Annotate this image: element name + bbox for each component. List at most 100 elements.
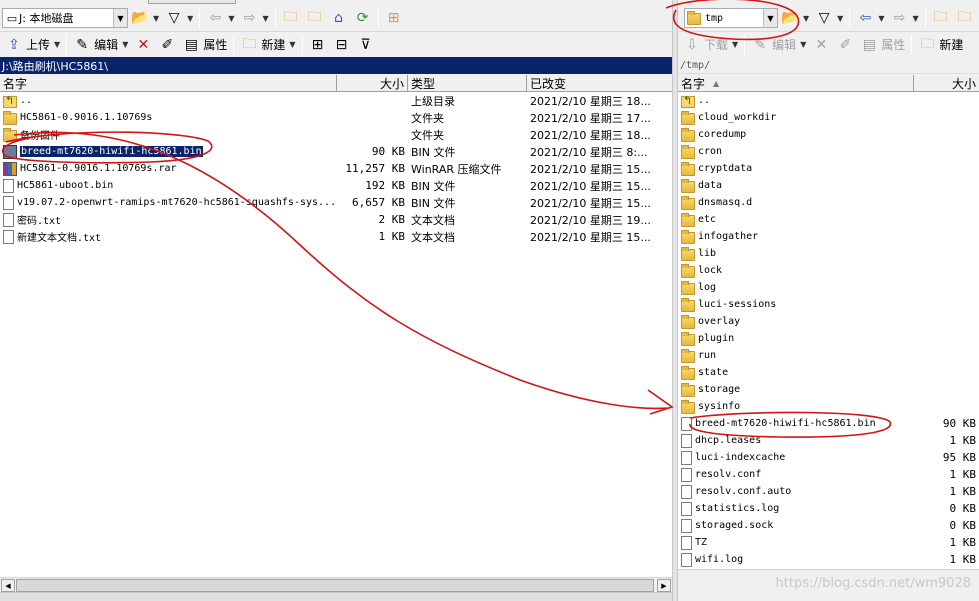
file-size	[914, 109, 979, 126]
local-drive-select[interactable]: ▭ J: 本地磁盘 ▼	[2, 8, 128, 28]
file-row[interactable]: sysinfo	[678, 398, 979, 415]
root-dir-button[interactable]: 🗀	[303, 7, 327, 29]
delete-button[interactable]: ✕	[131, 34, 155, 56]
file-row[interactable]: TZ 1 KB	[678, 534, 979, 551]
file-size: 95 KB	[942, 451, 976, 464]
new-button[interactable]: 🗀 新建	[915, 34, 966, 56]
open-folder-button[interactable]: 📂 ▼	[128, 7, 162, 29]
file-row[interactable]: data	[678, 177, 979, 194]
local-horizontal-scrollbar[interactable]: ◀ ▶	[0, 577, 672, 592]
file-row[interactable]: lib	[678, 245, 979, 262]
file-row[interactable]: 新建文本文档.txt 1 KB 文本文档 2021/2/10 星期三 15...	[0, 228, 672, 245]
scroll-right-icon[interactable]: ▶	[657, 579, 671, 592]
file-row[interactable]: resolv.conf 1 KB	[678, 466, 979, 483]
file-row[interactable]: wifi.log 1 KB	[678, 551, 979, 568]
scrollbar-thumb[interactable]	[16, 579, 654, 592]
file-size: 1 KB	[949, 553, 977, 566]
file-row[interactable]: breed-mt7620-hiwifi-hc5861.bin 90 KB	[678, 415, 979, 432]
column-size-header[interactable]: 大小	[914, 75, 979, 92]
select-all-button[interactable]: ⊞	[306, 34, 330, 56]
chevron-down-icon: ▼	[878, 13, 885, 23]
remote-dir-select[interactable]: tmp ▼	[684, 8, 778, 28]
properties-button[interactable]: ▤ 属性	[857, 34, 908, 56]
delete-button[interactable]: ✕	[809, 34, 833, 56]
file-row[interactable]: overlay	[678, 313, 979, 330]
file-row[interactable]: cloud_workdir	[678, 109, 979, 126]
file-row[interactable]: 密码.txt 2 KB 文本文档 2021/2/10 星期三 19...	[0, 211, 672, 228]
file-row[interactable]: storaged.sock 0 KB	[678, 517, 979, 534]
session-tab[interactable]	[148, 0, 236, 4]
file-row[interactable]: state	[678, 364, 979, 381]
file-icon	[3, 195, 14, 210]
file-name: storaged.sock	[695, 520, 774, 531]
open-folder-button[interactable]: 📂 ▼	[778, 7, 812, 29]
file-row[interactable]: v19.07.2-openwrt-ramips-mt7620-hc5861-sq…	[0, 194, 672, 211]
file-name-cell: cloud_workdir	[678, 109, 914, 126]
column-modified-header[interactable]: 已改变	[527, 75, 672, 92]
rename-icon: ✐	[839, 36, 852, 53]
upload-button[interactable]: ⇪ 上传 ▼	[2, 34, 63, 56]
remote-path-bar[interactable]: /tmp/	[678, 57, 979, 74]
file-icon	[3, 229, 14, 244]
column-name-header[interactable]: 名字 ▲	[678, 75, 914, 92]
root-folder-icon: 🗀	[307, 9, 322, 25]
file-row[interactable]: ..	[678, 92, 979, 109]
column-name-header[interactable]: 名字	[0, 75, 337, 92]
file-row[interactable]: run	[678, 347, 979, 364]
local-drive-label: J: 本地磁盘	[19, 12, 74, 25]
edit-button[interactable]: ✎ 编辑 ▼	[748, 34, 809, 56]
chevron-down-icon: ▼	[803, 13, 810, 23]
file-row[interactable]: luci-sessions	[678, 296, 979, 313]
file-row[interactable]: log	[678, 279, 979, 296]
column-type-header[interactable]: 类型	[408, 75, 527, 92]
deselect-button[interactable]: ⊟	[330, 34, 354, 56]
column-size-header[interactable]: 大小	[337, 75, 408, 92]
file-row[interactable]: statistics.log 0 KB	[678, 500, 979, 517]
file-row[interactable]: HC5861-0.9016.1.10769s 文件夹 2021/2/10 星期三 1…	[0, 109, 672, 126]
forward-button[interactable]: ⇨ ▼	[237, 7, 271, 29]
new-button[interactable]: 🗀 新建 ▼	[237, 34, 298, 56]
file-row[interactable]: dhcp.leases 1 KB	[678, 432, 979, 449]
file-row[interactable]: storage	[678, 381, 979, 398]
file-row[interactable]: breed-mt7620-hiwifi-hc5861.bin 90 KB BIN 文…	[0, 143, 672, 160]
file-row[interactable]: plugin	[678, 330, 979, 347]
file-name-cell: lib	[678, 245, 914, 262]
filter-button[interactable]: ▽ ▼	[812, 7, 846, 29]
file-row[interactable]: 备份固件 文件夹 2021/2/10 星期三 18...	[0, 126, 672, 143]
file-row[interactable]: etc	[678, 211, 979, 228]
back-button[interactable]: ⇦ ▼	[203, 7, 237, 29]
forward-arrow-icon: ⇨	[243, 10, 256, 26]
file-row[interactable]: luci-indexcache 95 KB	[678, 449, 979, 466]
rename-button[interactable]: ✐	[833, 34, 857, 56]
file-row[interactable]: .. 上级目录 2021/2/10 星期三 18...	[0, 92, 672, 109]
properties-button[interactable]: ▤ 属性	[179, 34, 230, 56]
root-dir-button[interactable]: 🗀	[953, 7, 977, 29]
rename-button[interactable]: ✐	[155, 34, 179, 56]
upload-icon: ⇪	[8, 36, 20, 53]
forward-button[interactable]: ⇨ ▼	[887, 7, 921, 29]
scroll-left-icon[interactable]: ◀	[1, 579, 15, 592]
parent-dir-button[interactable]: 🗀	[929, 7, 953, 29]
local-path-bar[interactable]: J:\路由刷机\HC5861\	[0, 57, 672, 74]
file-row[interactable]: lock	[678, 262, 979, 279]
file-name: ..	[20, 95, 33, 106]
parent-dir-button[interactable]: 🗀	[279, 7, 303, 29]
refresh-button[interactable]: ⟳	[351, 7, 375, 29]
folder-icon	[681, 212, 695, 227]
file-row[interactable]: coredump	[678, 126, 979, 143]
download-button[interactable]: ⇩ 下载 ▼	[680, 34, 741, 56]
folder-icon	[3, 127, 17, 142]
file-row[interactable]: HC5861-uboot.bin 192 KB BIN 文件 2021/2/10 星期…	[0, 177, 672, 194]
file-row[interactable]: dnsmasq.d	[678, 194, 979, 211]
filter-button[interactable]: ▽ ▼	[162, 7, 196, 29]
find-button[interactable]: ⊞	[382, 7, 406, 29]
file-row[interactable]: cryptdata	[678, 160, 979, 177]
file-row[interactable]: infogather	[678, 228, 979, 245]
edit-button[interactable]: ✎ 编辑 ▼	[70, 34, 131, 56]
home-button[interactable]: ⌂	[327, 7, 351, 29]
file-row[interactable]: resolv.conf.auto 1 KB	[678, 483, 979, 500]
select-filter-button[interactable]: ⊽	[354, 34, 378, 56]
file-row[interactable]: cron	[678, 143, 979, 160]
back-button[interactable]: ⇦ ▼	[853, 7, 887, 29]
file-row[interactable]: HC5861-0.9016.1.10769s.rar 11,257 KB WinRA…	[0, 160, 672, 177]
